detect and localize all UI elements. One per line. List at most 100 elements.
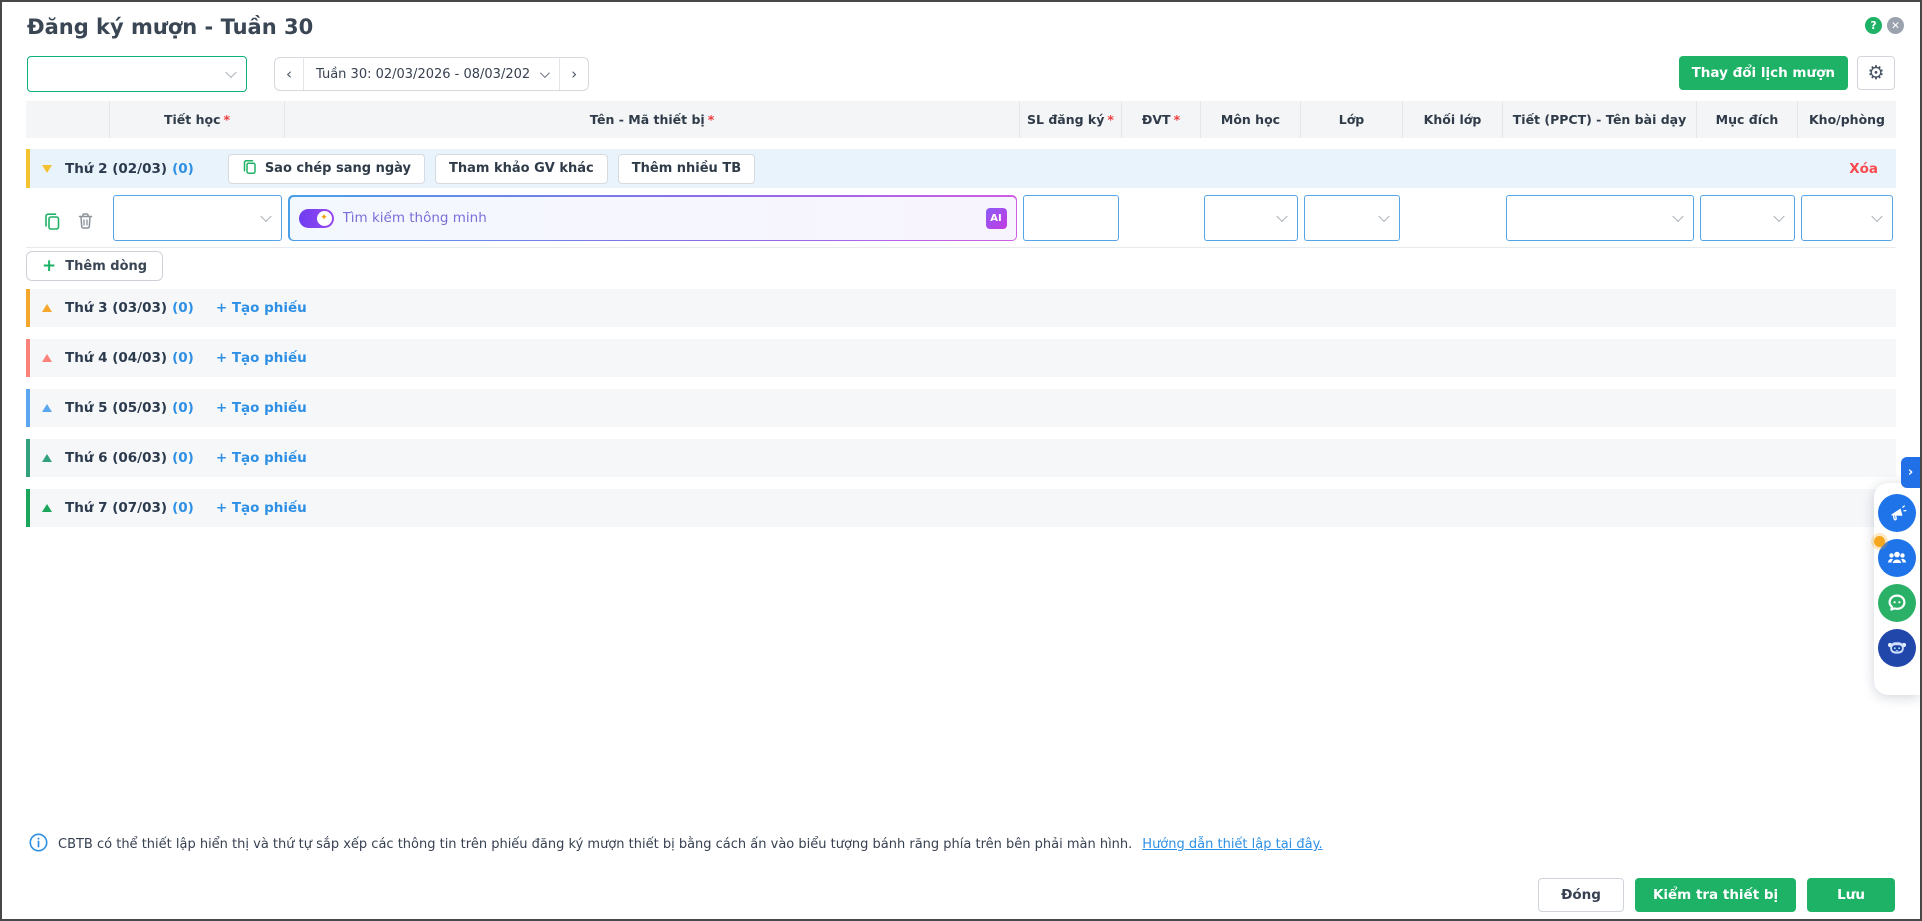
table-header: Tiết học * Tên - Mã thiết bị * SL đăng ký *… [26,101,1896,138]
check-devices-button[interactable]: Kiểm tra thiết bị [1634,878,1797,912]
chevron-down-icon [540,67,551,78]
tiet-ppct-select[interactable] [1506,195,1694,241]
info-icon [29,833,48,856]
smart-search-field: ✦ AI [288,195,1017,241]
sparkle-icon: ✦ [316,210,332,226]
consult-other-teacher-button[interactable]: Tham khảo GV khác [435,153,608,184]
save-button[interactable]: Lưu [1807,878,1895,912]
chevron-down-icon [1672,210,1684,223]
day-count: (0) [172,160,194,177]
entry-row: ✦ AI [26,188,1896,248]
copy-icon [242,159,258,179]
day-label: Thứ 3 (03/03) [65,300,168,316]
col-ten-ma-thiet-bi: Tên - Mã thiết bị * [285,101,1020,138]
add-many-devices-button[interactable]: Thêm nhiều TB [617,153,756,184]
week-select[interactable]: Tuần 30: 02/03/2026 - 08/03/202 [303,58,561,90]
create-ticket-link[interactable]: + Tạo phiếu [216,500,307,516]
help-icon[interactable]: ? [1865,17,1882,34]
cell-dvt [1122,195,1201,247]
day-actions: Sao chép sang ngày Tham khảo GV khác Thê… [227,153,756,184]
mon-hoc-select[interactable] [1204,195,1298,241]
duplicate-row-icon[interactable] [43,212,62,231]
page-title: Đăng ký mượn - Tuần 30 [27,15,314,39]
week-label: Tuần 30: 02/03/2026 - 08/03/202 [316,66,531,82]
next-week-button[interactable]: › [560,58,588,90]
support-widget-panel [1874,483,1920,695]
cell-muc-dich [1697,195,1798,247]
expand-triangle-icon[interactable] [42,454,52,462]
day-count: (0) [172,500,194,516]
col-sl-dang-ky: SL đăng ký * [1020,101,1122,138]
cell-sl-dang-ky [1020,195,1122,247]
day-count: (0) [172,300,194,316]
chevron-down-icon [225,66,237,79]
plus-icon: + [42,255,57,276]
chevron-down-icon [1773,210,1785,223]
expand-triangle-icon[interactable] [42,304,52,312]
create-ticket-link[interactable]: + Tạo phiếu [216,400,307,416]
tiet-hoc-select[interactable] [113,195,282,241]
day-label: Thứ 6 (06/03) [65,450,168,466]
day-label: Thứ 4 (04/03) [65,350,168,366]
day-label: Thứ 5 (05/03) [65,400,168,416]
ai-badge-icon: AI [985,207,1007,229]
copy-to-day-button[interactable]: Sao chép sang ngày [227,153,426,184]
panel-expand-chevron-icon[interactable]: › [1901,457,1920,488]
day-count: (0) [172,350,194,366]
day-row-monday[interactable]: Thứ 2 (02/03) (0) Sao chép sang ngày Tha… [26,149,1896,188]
borrow-registration-dialog: Đăng ký mượn - Tuần 30 ? ✕ ‹ Tuần 30: 02… [0,0,1922,921]
create-ticket-link[interactable]: + Tạo phiếu [216,350,307,366]
cell-kho-phong [1798,195,1896,247]
add-row-button[interactable]: + Thêm dòng [26,251,164,281]
settings-hint-text: CBTB có thể thiết lập hiển thị và thứ tự… [58,837,1133,852]
device-search-input[interactable] [342,210,986,226]
prev-week-button[interactable]: ‹ [275,58,303,90]
col-kho-phong: Kho/phòng [1808,112,1886,127]
teacher-select[interactable] [27,56,247,92]
expand-triangle-icon[interactable] [42,404,52,412]
chevron-down-icon [260,210,272,223]
trash-icon[interactable] [77,212,94,230]
cell-lop [1301,195,1403,247]
col-tiet-hoc: Tiết học * [110,101,285,138]
col-tiet-ppct: Tiết (PPCT) - Tên bài dạy [1503,101,1697,138]
toolbar-right: Thay đổi lịch mượn ⚙ [1678,56,1895,90]
community-people-icon[interactable] [1874,536,1916,577]
ai-toggle-switch[interactable]: ✦ [298,208,334,228]
gear-icon[interactable]: ⚙ [1857,56,1895,90]
kho-phong-select[interactable] [1801,195,1893,241]
setup-guide-link[interactable]: Hướng dẫn thiết lập tại đây. [1142,837,1322,852]
expand-triangle-icon[interactable] [42,504,52,512]
change-schedule-button[interactable]: Thay đổi lịch mượn [1678,56,1848,90]
day-count: (0) [172,400,194,416]
chevron-down-icon [1378,210,1390,223]
col-muc-dich: Mục đích [1697,101,1798,138]
day-row-thursday[interactable]: Thứ 5 (05/03) (0) + Tạo phiếu [26,389,1896,427]
cell-mon-hoc [1201,195,1301,247]
day-row-saturday[interactable]: Thứ 7 (07/03) (0) + Tạo phiếu [26,489,1896,527]
day-label: Thứ 2 (02/03) [65,160,168,177]
announcement-megaphone-icon[interactable] [1878,494,1916,532]
create-ticket-link[interactable]: + Tạo phiếu [216,300,307,316]
col-lop: Lớp [1301,101,1403,138]
expand-triangle-icon[interactable] [42,354,52,362]
close-icon[interactable]: ✕ [1887,17,1904,34]
cell-tiet-hoc [110,195,285,247]
delete-day-link[interactable]: Xóa [1849,161,1878,177]
cell-ten-ma-thiet-bi: ✦ AI [285,195,1020,247]
quantity-input[interactable] [1023,195,1119,241]
create-ticket-link[interactable]: + Tạo phiếu [216,450,307,466]
day-row-friday[interactable]: Thứ 6 (06/03) (0) + Tạo phiếu [26,439,1896,477]
chat-bubble-icon[interactable] [1878,584,1916,622]
robot-assistant-icon[interactable] [1878,629,1916,667]
footer-buttons: Đóng Kiểm tra thiết bị Lưu [1538,878,1895,912]
close-button[interactable]: Đóng [1538,878,1624,912]
day-row-tuesday[interactable]: Thứ 3 (03/03) (0) + Tạo phiếu [26,289,1896,327]
day-label: Thứ 7 (07/03) [65,500,168,516]
day-row-wednesday[interactable]: Thứ 4 (04/03) (0) + Tạo phiếu [26,339,1896,377]
muc-dich-select[interactable] [1700,195,1795,241]
lop-select[interactable] [1304,195,1400,241]
collapse-triangle-icon[interactable] [42,164,52,173]
notification-dot [1874,536,1885,547]
row-actions [26,195,110,247]
